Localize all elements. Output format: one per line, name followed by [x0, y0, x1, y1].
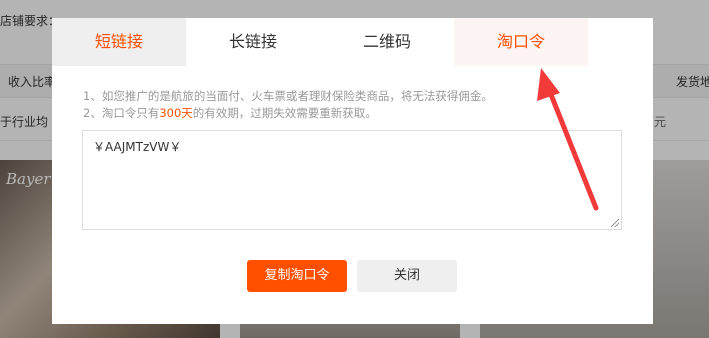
copy-tao-password-button[interactable]: 复制淘口令 — [247, 260, 347, 292]
notice-commission: 1、如您推广的是航旅的当面付、火车票或者理财保险类商品，将无法获得佣金。 — [83, 89, 493, 103]
notice-validity-pre: 2、淘口令只有 — [83, 106, 160, 120]
close-button[interactable]: 关闭 — [357, 260, 457, 292]
validity-days-highlight: 300天 — [159, 106, 193, 120]
tab-bar-filler — [588, 18, 653, 66]
notice-validity-post: 的有效期，过期失效需要重新获取。 — [192, 106, 377, 120]
tab-short-link[interactable]: 短链接 — [52, 18, 186, 66]
tao-password-textarea[interactable]: ￥AAJMTzVW￥ — [82, 130, 622, 230]
resize-grip-icon[interactable] — [611, 219, 619, 227]
promotion-link-modal: 短链接 长链接 二维码 淘口令 1、如您推广的是航旅的当面付、火车票或者理财保险… — [52, 18, 653, 324]
tab-long-link[interactable]: 长链接 — [186, 18, 320, 66]
tab-tao-password[interactable]: 淘口令 — [454, 18, 588, 66]
tao-password-value: ￥AAJMTzVW￥ — [93, 140, 182, 154]
tab-qr-code[interactable]: 二维码 — [320, 18, 454, 66]
notice-validity: 2、淘口令只有300天的有效期，过期失效需要重新获取。 — [83, 105, 377, 121]
link-type-tabs: 短链接 长链接 二维码 淘口令 — [52, 18, 653, 66]
